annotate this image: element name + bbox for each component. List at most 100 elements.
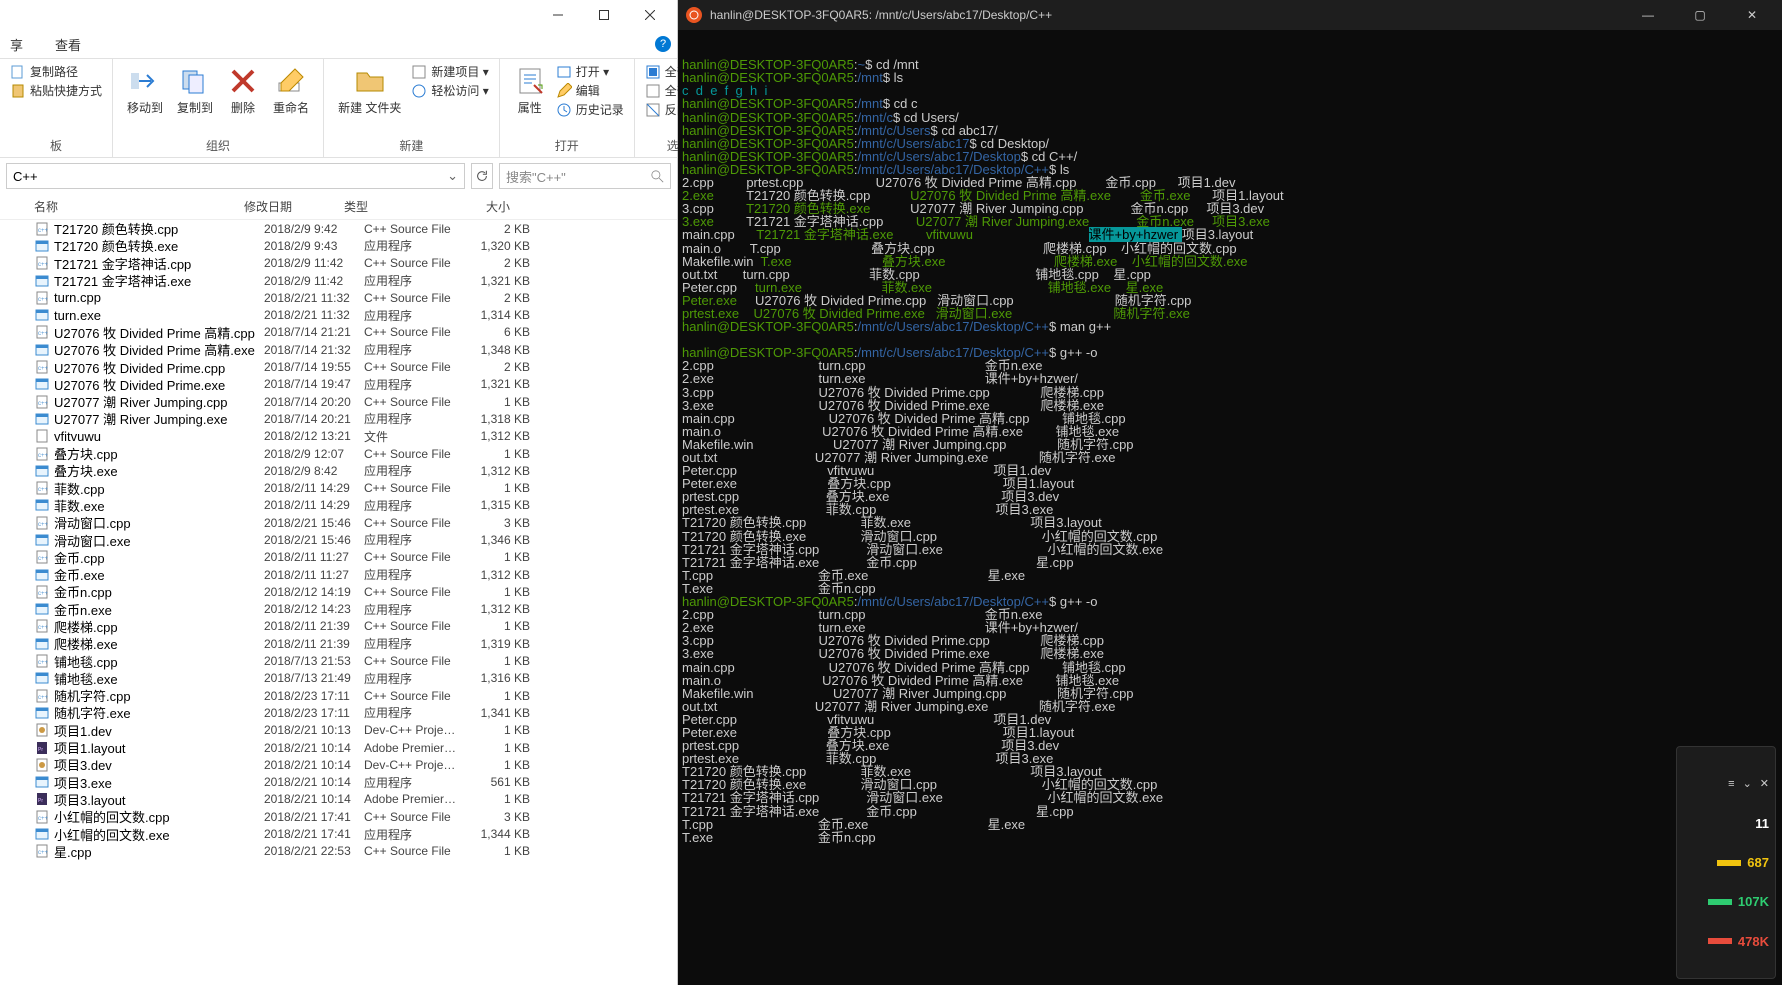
file-date: 2018/2/9 9:42 xyxy=(264,222,364,236)
file-row[interactable]: U27076 牧 Divided Prime 高精.exe2018/7/14 2… xyxy=(0,341,677,358)
help-icon[interactable]: ? xyxy=(655,36,671,52)
easy-access-button[interactable]: 轻松访问 ▾ xyxy=(411,82,488,99)
file-row[interactable]: 叠方块.exe2018/2/9 8:42应用程序1,312 KB xyxy=(0,462,677,479)
col-name[interactable]: 名称 xyxy=(34,198,244,215)
file-row[interactable]: 小红帽的回文数.exe2018/2/21 17:41应用程序1,344 KB xyxy=(0,825,677,842)
rename-button[interactable]: 重命名 xyxy=(269,63,313,118)
file-row[interactable]: c++爬楼梯.cpp2018/2/11 21:39C++ Source File… xyxy=(0,618,677,635)
address-dropdown-icon[interactable]: ⌄ xyxy=(447,168,458,184)
file-icon xyxy=(34,705,50,721)
file-row[interactable]: c++U27076 牧 Divided Prime.cpp2018/7/14 1… xyxy=(0,358,677,375)
delete-button[interactable]: 删除 xyxy=(223,63,263,118)
terminal-window: hanlin@DESKTOP-3FQ0AR5: /mnt/c/Users/abc… xyxy=(678,0,1782,985)
file-list[interactable]: c++T21720 颜色转换.cpp2018/2/9 9:42C++ Sourc… xyxy=(0,220,677,985)
minimize-button[interactable] xyxy=(535,1,581,29)
chevron-down-icon[interactable]: ⌄ xyxy=(1743,778,1752,791)
terminal-close-button[interactable]: ✕ xyxy=(1730,1,1774,29)
file-row[interactable]: 爬楼梯.exe2018/2/11 21:39应用程序1,319 KB xyxy=(0,635,677,652)
file-row[interactable]: 随机字符.exe2018/2/23 17:11应用程序1,341 KB xyxy=(0,704,677,721)
system-monitor-overlay[interactable]: ≡⌄✕ 11 687 107K 478K xyxy=(1676,746,1776,979)
terminal-body[interactable]: hanlin@DESKTOP-3FQ0AR5:~$ cd /mnt hanlin… xyxy=(678,30,1782,985)
address-box[interactable]: C++ ⌄ xyxy=(6,163,465,189)
file-row[interactable]: Pr项目1.layout2018/2/21 10:14Adobe Premier… xyxy=(0,739,677,756)
file-row[interactable]: 滑动窗口.exe2018/2/21 15:46应用程序1,346 KB xyxy=(0,531,677,548)
file-icon: Pr xyxy=(34,740,50,756)
file-icon xyxy=(34,636,50,652)
file-row[interactable]: c++菲数.cpp2018/2/11 14:29C++ Source File1… xyxy=(0,479,677,496)
search-box[interactable]: 搜索"C++" xyxy=(499,163,671,189)
properties-button[interactable]: 属性 xyxy=(510,63,550,118)
edit-button[interactable]: 编辑 xyxy=(556,82,624,99)
file-name: 爬楼梯.cpp xyxy=(54,617,264,636)
file-row[interactable]: turn.exe2018/2/21 11:32应用程序1,314 KB xyxy=(0,306,677,323)
file-row[interactable]: c++星.cpp2018/2/21 22:53C++ Source File1 … xyxy=(0,843,677,860)
file-row[interactable]: 项目1.dev2018/2/21 10:13Dev-C++ Project...… xyxy=(0,722,677,739)
file-row[interactable]: 项目3.exe2018/2/21 10:14应用程序561 KB xyxy=(0,774,677,791)
terminal-maximize-button[interactable]: ▢ xyxy=(1678,1,1722,29)
file-row[interactable]: c++铺地毯.cpp2018/7/13 21:53C++ Source File… xyxy=(0,652,677,669)
file-row[interactable]: c++T21720 颜色转换.cpp2018/2/9 9:42C++ Sourc… xyxy=(0,220,677,237)
history-button[interactable]: 历史记录 xyxy=(556,101,624,118)
file-icon: Pr xyxy=(34,791,50,807)
new-folder-button[interactable]: 新建 文件夹 xyxy=(334,63,405,118)
file-icon xyxy=(34,532,50,548)
file-row[interactable]: 金币n.exe2018/2/12 14:23应用程序1,312 KB xyxy=(0,601,677,618)
file-size: 1,315 KB xyxy=(460,498,530,512)
file-icon xyxy=(34,722,50,738)
file-row[interactable]: 项目3.dev2018/2/21 10:14Dev-C++ Project...… xyxy=(0,756,677,773)
file-row[interactable]: c++U27077 潮 River Jumping.cpp2018/7/14 2… xyxy=(0,393,677,410)
file-size: 1 KB xyxy=(460,447,530,461)
file-row[interactable]: c++T21721 金字塔神话.cpp2018/2/9 11:42C++ Sou… xyxy=(0,255,677,272)
close-icon[interactable]: ✕ xyxy=(1760,778,1769,791)
col-date[interactable]: 修改日期 xyxy=(244,198,344,215)
ribbon-tab-view[interactable]: 查看 xyxy=(49,31,87,58)
file-row[interactable]: T21720 颜色转换.exe2018/2/9 9:43应用程序1,320 KB xyxy=(0,237,677,254)
paste-shortcut-button[interactable]: 粘贴快捷方式 xyxy=(10,82,102,99)
file-row[interactable]: U27076 牧 Divided Prime.exe2018/7/14 19:4… xyxy=(0,376,677,393)
file-row[interactable]: c++金币.cpp2018/2/11 11:27C++ Source File1… xyxy=(0,549,677,566)
maximize-button[interactable] xyxy=(581,1,627,29)
terminal-minimize-button[interactable]: — xyxy=(1626,1,1670,29)
file-size: 2 KB xyxy=(460,256,530,270)
file-row[interactable]: U27077 潮 River Jumping.exe2018/7/14 20:2… xyxy=(0,410,677,427)
svg-text:c++: c++ xyxy=(38,297,49,303)
file-size: 1,344 KB xyxy=(460,827,530,841)
file-type: C++ Source File xyxy=(364,291,460,305)
file-date: 2018/7/13 21:53 xyxy=(264,654,364,668)
file-name: U27077 潮 River Jumping.exe xyxy=(54,409,264,428)
file-row[interactable]: 金币.exe2018/2/11 11:27应用程序1,312 KB xyxy=(0,566,677,583)
copy-path-button[interactable]: 复制路径 xyxy=(10,63,102,80)
col-type[interactable]: 类型 xyxy=(344,198,440,215)
file-row[interactable]: c++滑动窗口.cpp2018/2/21 15:46C++ Source Fil… xyxy=(0,514,677,531)
move-to-button[interactable]: 移动到 xyxy=(123,63,167,118)
menu-icon[interactable]: ≡ xyxy=(1728,778,1734,791)
close-button[interactable] xyxy=(627,1,673,29)
col-size[interactable]: 大小 xyxy=(440,198,510,215)
file-row[interactable]: T21721 金字塔神话.exe2018/2/9 11:42应用程序1,321 … xyxy=(0,272,677,289)
file-row[interactable]: 铺地毯.exe2018/7/13 21:49应用程序1,316 KB xyxy=(0,670,677,687)
svg-text:c++: c++ xyxy=(38,487,49,493)
file-row[interactable]: vfitvuwu2018/2/12 13:21文件1,312 KB xyxy=(0,428,677,445)
ribbon-tab-share[interactable]: 享 xyxy=(4,31,29,58)
file-type: Dev-C++ Project... xyxy=(364,723,460,737)
file-row[interactable]: c++turn.cpp2018/2/21 11:32C++ Source Fil… xyxy=(0,289,677,306)
file-date: 2018/2/11 11:27 xyxy=(264,550,364,564)
file-name: vfitvuwu xyxy=(54,429,264,444)
open-button[interactable]: 打开 ▾ xyxy=(556,63,624,80)
file-row[interactable]: c++小红帽的回文数.cpp2018/2/21 17:41C++ Source … xyxy=(0,808,677,825)
file-name: 小红帽的回文数.exe xyxy=(54,825,264,844)
file-icon xyxy=(34,757,50,773)
file-row[interactable]: c++叠方块.cpp2018/2/9 12:07C++ Source File1… xyxy=(0,445,677,462)
refresh-button[interactable] xyxy=(471,163,493,189)
svg-text:c++: c++ xyxy=(38,401,49,407)
file-type: C++ Source File xyxy=(364,619,460,633)
file-row[interactable]: 菲数.exe2018/2/11 14:29应用程序1,315 KB xyxy=(0,497,677,514)
file-row[interactable]: Pr项目3.layout2018/2/21 10:14Adobe Premier… xyxy=(0,791,677,808)
file-row[interactable]: c++随机字符.cpp2018/2/23 17:11C++ Source Fil… xyxy=(0,687,677,704)
file-icon: c++ xyxy=(34,549,50,565)
new-item-button[interactable]: 新建项目 ▾ xyxy=(411,63,488,80)
file-row[interactable]: c++金币n.cpp2018/2/12 14:19C++ Source File… xyxy=(0,583,677,600)
file-size: 1 KB xyxy=(460,395,530,409)
file-row[interactable]: c++U27076 牧 Divided Prime 高精.cpp2018/7/1… xyxy=(0,324,677,341)
copy-to-button[interactable]: 复制到 xyxy=(173,63,217,118)
